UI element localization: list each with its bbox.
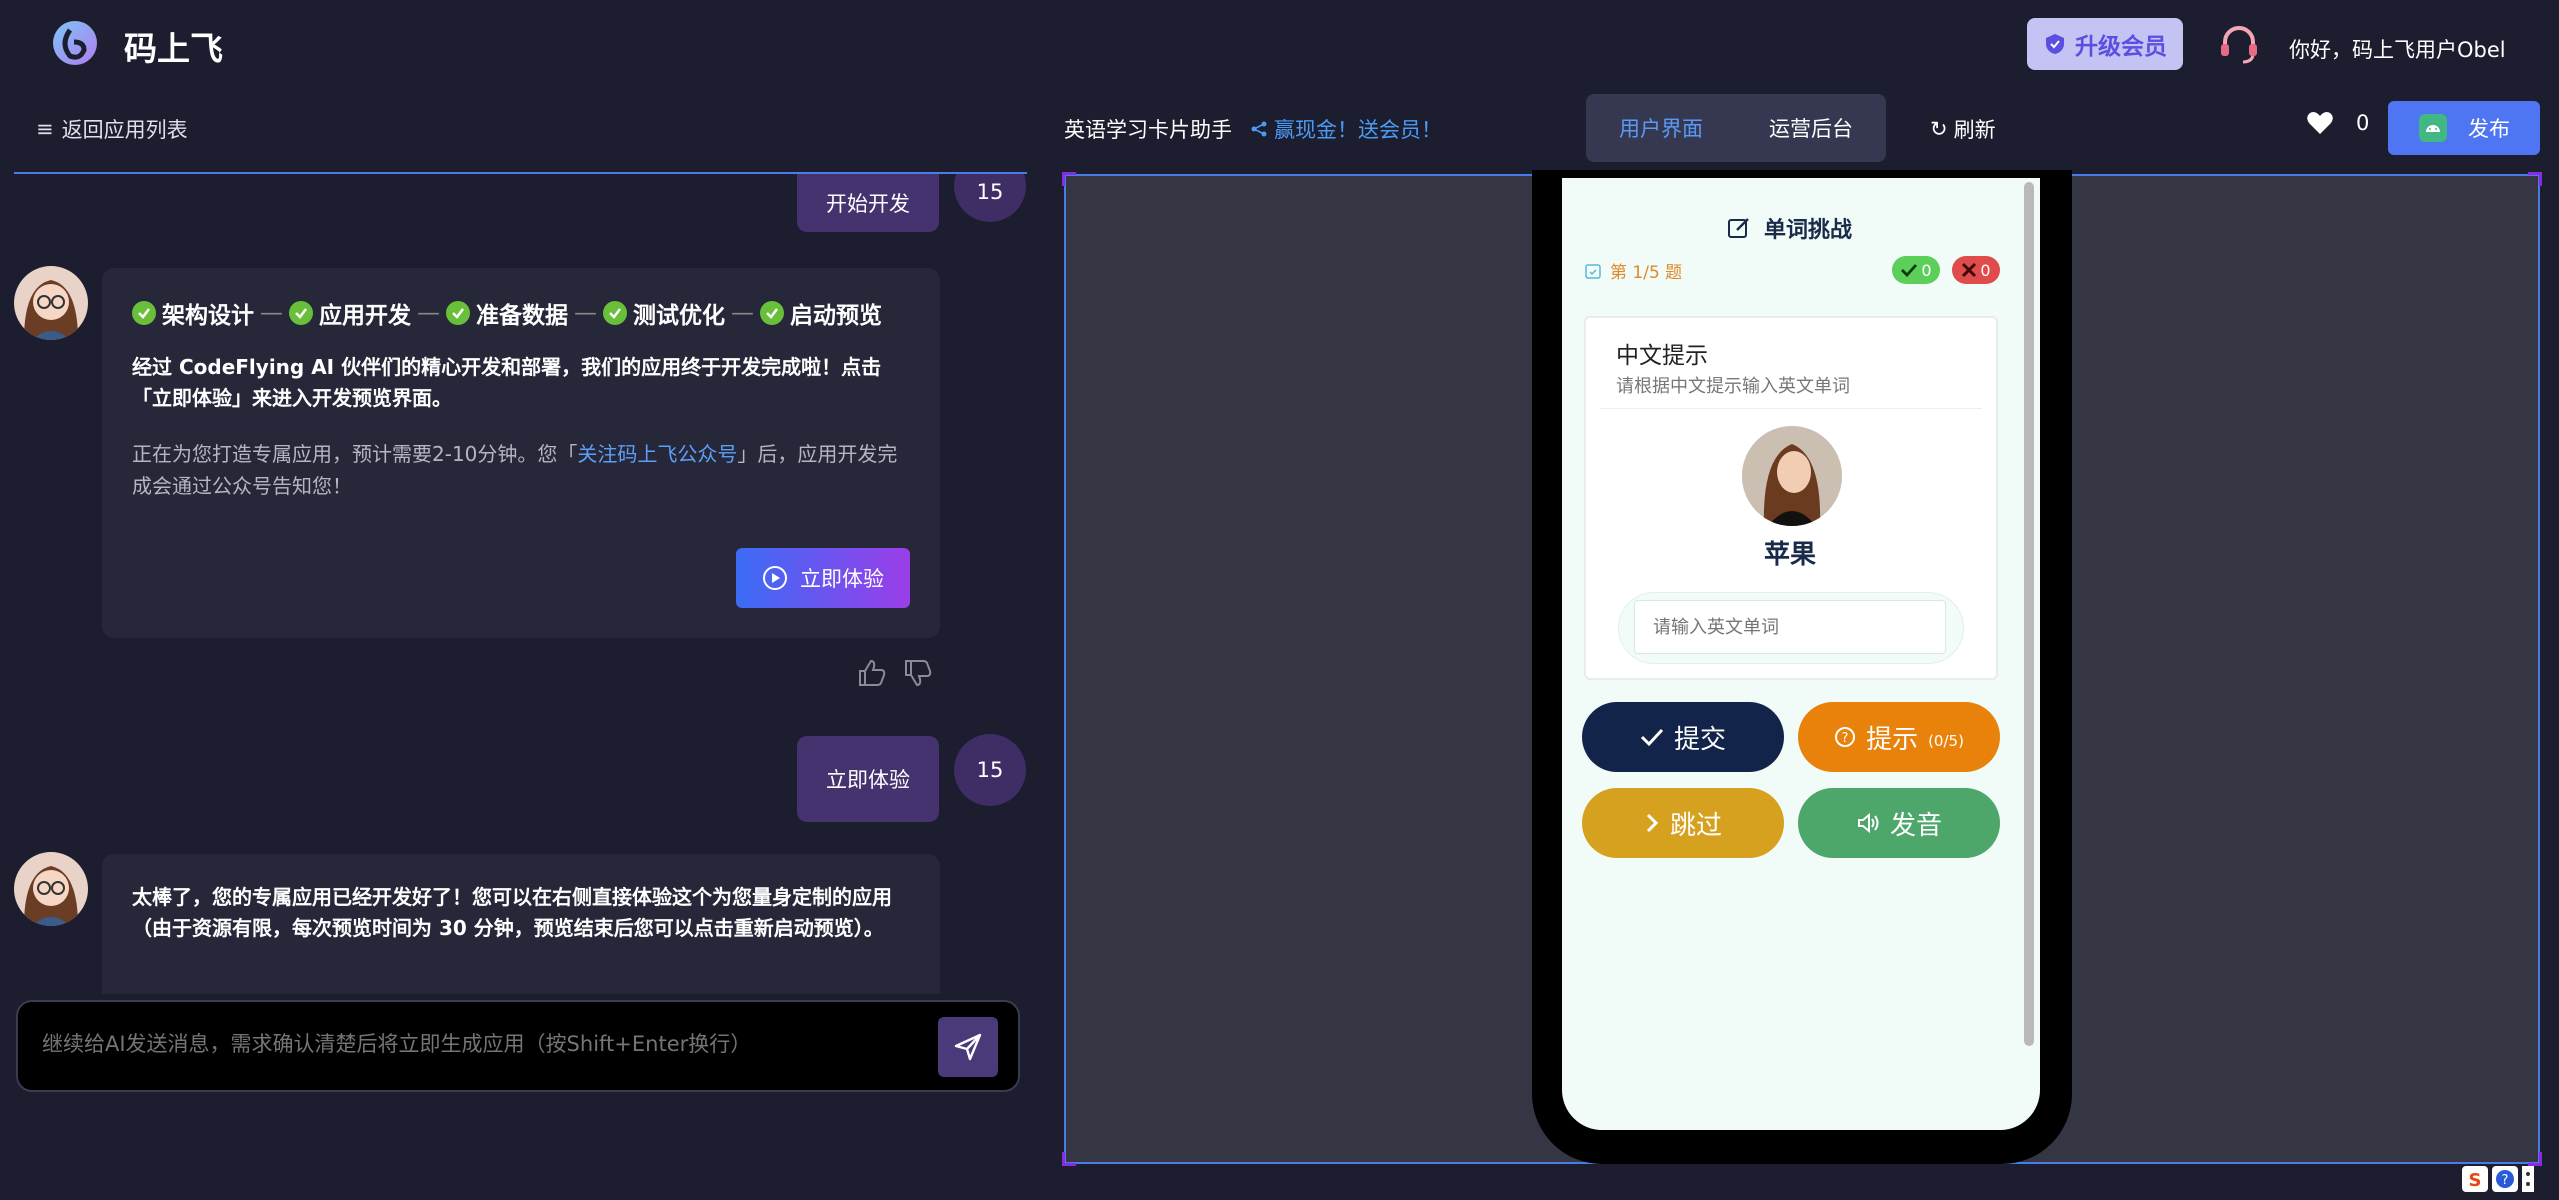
refresh-icon: ↻ [1930,117,1948,141]
hint-count: (0/5) [1928,732,1964,750]
svg-text:?: ? [2502,1173,2509,1188]
question-circle-icon: ? [1835,727,1856,747]
android-icon [2419,114,2447,142]
thumbs-up-icon[interactable] [856,657,888,689]
frame-corner [1062,1152,1076,1166]
play-circle-icon [763,566,787,590]
message-text: 经过 CodeFlying AI 伙伴们的精心开发和部署，我们的应用终于开发完成… [132,355,882,410]
bot-message: 架构设计 — 应用开发 — 准备数据 — 测试优化 — 启动预览 经过 Code… [102,268,940,638]
back-label: 返回应用列表 [61,118,188,142]
heart-icon [2307,112,2333,134]
system-tray: S ? [2462,1166,2534,1192]
check-icon [289,301,313,325]
share-icon [1251,121,1267,137]
step-testing: 测试优化 [603,296,725,330]
chat-input-box [16,1000,1020,1092]
challenge-title: 单词挑战 [1726,212,1852,244]
bot-message: 太棒了，您的专属应用已经开发好了！您可以在右侧直接体验这个为您量身定制的应用（由… [102,854,940,994]
svg-text:?: ? [1842,731,1849,746]
more-icon[interactable] [2522,1166,2534,1192]
check-icon [132,301,156,325]
submit-button[interactable]: 提交 [1582,702,1784,772]
divider [1600,408,1982,409]
user-message: 立即体验 [797,736,939,822]
message-text: 开始开发 [826,192,910,216]
chat-input[interactable] [42,1032,942,1056]
try-now-button[interactable]: 立即体验 [736,548,910,608]
send-icon [954,1033,982,1061]
view-toggle: 用户界面 运营后台 [1586,94,1886,162]
step-separator: — [574,300,597,326]
chevron-right-icon [1646,813,1659,833]
headset-icon[interactable] [2215,20,2263,68]
portrait-image [1742,426,1842,526]
check-icon [1640,728,1664,747]
likes-count: 0 [2356,111,2370,135]
publish-button[interactable]: 发布 [2388,101,2540,155]
hint-button[interactable]: ? 提示 (0/5) [1798,702,2000,772]
follow-wechat-link[interactable]: 关注码上飞公众号 [577,442,737,466]
refresh-button[interactable]: ↻ 刷新 [1930,114,1996,144]
step-architecture: 架构设计 [132,296,254,330]
check-icon [446,301,470,325]
thumbs-down-icon[interactable] [902,657,934,689]
progress-steps: 架构设计 — 应用开发 — 准备数据 — 测试优化 — 启动预览 [132,296,910,330]
message-text: 立即体验 [826,768,910,792]
send-button[interactable] [938,1017,998,1077]
shield-icon [2046,34,2064,54]
chinese-word: 苹果 [1764,540,1817,570]
step-development: 应用开发 [289,296,411,330]
step-separator: — [731,300,754,326]
correct-badge: 0 [1892,256,1940,284]
upgrade-label: 升级会员 [2075,34,2167,60]
check-icon [760,301,784,325]
skip-button[interactable]: 跳过 [1582,788,1784,858]
chat-messages[interactable]: 开始开发 15 架构设计 — 应用开发 — 准备数据 — 测试优化 — 启动预览… [0,174,1030,994]
step-separator: — [417,300,440,326]
check-icon [603,301,627,325]
card-title: 中文提示 [1616,343,1708,369]
user-avatar: 15 [954,734,1026,806]
user-greeting[interactable]: 你好，码上飞用户Obel [2289,34,2506,64]
message-text: 太棒了，您的专属应用已经开发好了！您可以在右侧直接体验这个为您量身定制的应用（由… [132,885,892,940]
calendar-check-icon [1585,263,1601,279]
tab-user-interface[interactable]: 用户界面 [1619,113,1703,143]
tab-admin-backend[interactable]: 运营后台 [1769,113,1853,143]
phone-scrollbar[interactable] [2024,182,2034,1046]
edit-icon [1728,218,1749,238]
svg-text:S: S [2469,1170,2482,1191]
user-message: 开始开发 [797,174,939,232]
message-subtext: 正在为您打造专属应用，预计需要2-10分钟。您「关注码上飞公众号」后，应用开发完… [132,442,898,498]
upgrade-button[interactable]: 升级会员 [2027,18,2183,70]
app-logo[interactable] [50,18,100,68]
preview-app-title: 英语学习卡片助手 [1064,118,1232,142]
answer-input[interactable] [1634,600,1946,654]
close-icon [1962,262,1977,278]
bot-avatar [14,266,88,340]
back-to-app-list-link[interactable]: ≡ 返回应用列表 [36,114,188,144]
likes[interactable]: 0 [2306,110,2369,136]
step-separator: — [260,300,283,326]
speaker-icon [1857,812,1879,834]
speak-button[interactable]: 发音 [1798,788,2000,858]
frame-corner [2528,172,2542,186]
feedback-buttons [856,657,934,689]
step-preview: 启动预览 [760,296,882,330]
app-name: 码上飞 [124,29,223,68]
frame-corner [1062,172,1076,186]
promo-link[interactable]: 赢现金！送会员！ [1250,114,1442,144]
step-data: 准备数据 [446,296,568,330]
help-icon[interactable]: ? [2492,1166,2518,1192]
card-subtitle: 请根据中文提示输入英文单词 [1616,376,1850,397]
menu-icon: ≡ [36,117,54,141]
user-avatar: 15 [954,174,1026,222]
input-method-icon[interactable]: S [2462,1166,2488,1192]
wrong-badge: 0 [1952,256,2000,284]
check-icon [1901,264,1918,277]
question-progress: 第 1/5 题 [1584,258,1682,283]
bot-avatar [14,852,88,926]
frame-corner [2528,1152,2542,1166]
